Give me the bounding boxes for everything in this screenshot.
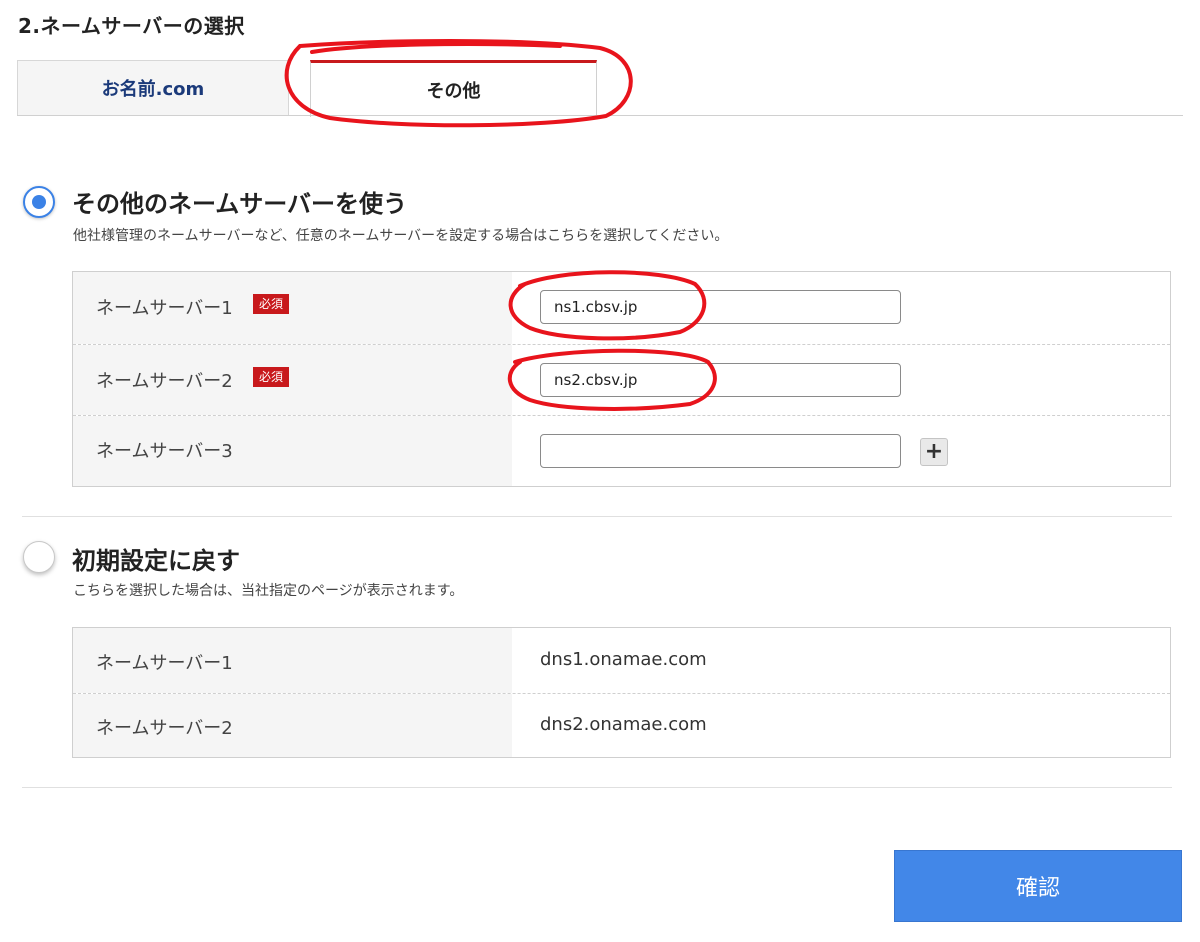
plus-icon: + xyxy=(924,439,944,464)
nameserver-2-label: ネームサーバー2 xyxy=(96,371,233,392)
option-default-title[interactable]: 初期設定に戻す xyxy=(72,541,240,576)
nameserver-3-input[interactable] xyxy=(540,434,901,468)
default-nameserver-1-label: ネームサーバー1 xyxy=(96,653,233,674)
default-nameserver-2-value: dns2.onamae.com xyxy=(540,714,707,735)
page-title: 2.ネームサーバーの選択 xyxy=(18,14,245,38)
table-row: ネームサーバー2 必須 xyxy=(73,344,1170,415)
option-custom-description: 他社様管理のネームサーバーなど、任意のネームサーバーを設定する場合はこちらを選択… xyxy=(73,228,729,244)
tab-bar: お名前.com その他 xyxy=(17,60,1183,117)
nameserver-1-input[interactable] xyxy=(540,290,901,324)
custom-nameserver-table: ネームサーバー1 必須 ネームサーバー2 必須 ネームサーバー3 + xyxy=(72,271,1171,487)
nameserver-3-label: ネームサーバー3 xyxy=(96,441,233,462)
confirm-button[interactable]: 確認 xyxy=(894,850,1182,922)
option-custom-title[interactable]: その他のネームサーバーを使う xyxy=(72,184,407,219)
required-badge: 必須 xyxy=(253,367,290,387)
table-row: ネームサーバー1 必須 xyxy=(73,272,1170,344)
table-row: ネームサーバー1 dns1.onamae.com xyxy=(73,628,1170,693)
default-nameserver-2-label: ネームサーバー2 xyxy=(96,718,233,739)
radio-default-nameservers[interactable] xyxy=(23,541,55,573)
radio-selected-dot xyxy=(32,195,46,209)
required-badge: 必須 xyxy=(253,294,290,314)
nameserver-1-label: ネームサーバー1 xyxy=(96,298,233,319)
section-divider xyxy=(22,516,1172,517)
radio-custom-nameservers[interactable] xyxy=(23,186,55,218)
add-nameserver-button[interactable]: + xyxy=(920,438,948,466)
default-nameserver-table: ネームサーバー1 dns1.onamae.com ネームサーバー2 dns2.o… xyxy=(72,627,1171,758)
table-row: ネームサーバー3 + xyxy=(73,415,1170,486)
option-default-description: こちらを選択した場合は、当社指定のページが表示されます。 xyxy=(73,583,464,599)
tab-other[interactable]: その他 xyxy=(310,60,597,117)
nameserver-2-input[interactable] xyxy=(540,363,901,397)
default-nameserver-1-value: dns1.onamae.com xyxy=(540,649,707,670)
table-row: ネームサーバー2 dns2.onamae.com xyxy=(73,693,1170,757)
tab-baseline xyxy=(17,115,1183,116)
tab-onamae[interactable]: お名前.com xyxy=(17,60,289,115)
section-divider xyxy=(22,787,1172,788)
